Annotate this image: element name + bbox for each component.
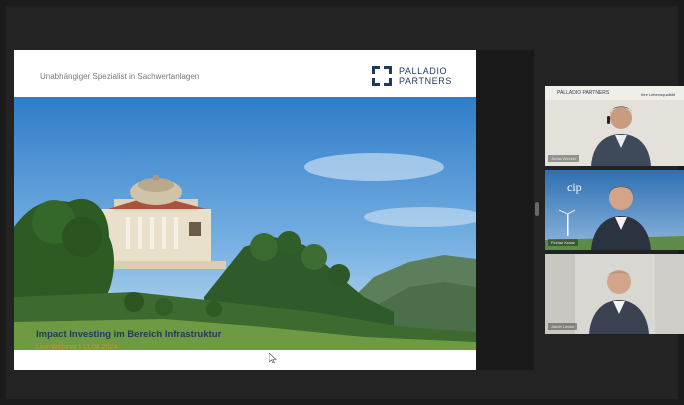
participant-3-name: Jakob Lieske: [548, 323, 578, 330]
palladio-logo-mark-icon: [372, 66, 392, 86]
screen-share-side-area: [476, 50, 534, 370]
participant-tile-3[interactable]: Jakob Lieske: [545, 254, 684, 334]
slide-header: Unabhängiger Spezialist in Sachwertanlag…: [14, 50, 476, 97]
villa-hero-image: [14, 97, 476, 350]
participant-2-name: Florian Kranz: [548, 239, 578, 246]
logo-line-1: PALLADIO: [399, 66, 448, 76]
logo-text: PALLADIO PARTNERS: [399, 66, 452, 86]
panel-resize-handle[interactable]: [535, 202, 539, 216]
slide-subtitle: Live-Webinar | 11.04.2024: [36, 344, 118, 351]
participant-tile-1[interactable]: PALLADIO PARTNERS Ihre Lebensqualität Jo…: [545, 86, 684, 166]
participant-video-1: [545, 86, 684, 166]
logo-line-2: PARTNERS: [399, 76, 452, 86]
participant-tile-2[interactable]: cip Florian Kranz: [545, 170, 684, 250]
video-call-window: Unabhängiger Spezialist in Sachwertanlag…: [6, 6, 684, 399]
participant-1-name: Jonas Wecker: [548, 155, 580, 162]
participant-1-logo: PALLADIO PARTNERS: [557, 90, 610, 96]
villa-landscape-illustration: [14, 97, 476, 350]
slide-title: Impact Investing im Bereich Infrastruktu…: [36, 329, 222, 340]
participant-video-2: [545, 170, 684, 250]
participant-2-logo: cip: [567, 180, 582, 194]
mouse-cursor-icon: [269, 353, 277, 363]
participant-1-header-text: Ihre Lebensqualität: [640, 92, 675, 97]
palladio-partners-logo: PALLADIO PARTNERS: [372, 65, 464, 89]
participant-video-3: [545, 254, 684, 334]
shared-screen-slide: Unabhängiger Spezialist in Sachwertanlag…: [14, 50, 476, 370]
slide-tagline: Unabhängiger Spezialist in Sachwertanlag…: [40, 72, 200, 81]
